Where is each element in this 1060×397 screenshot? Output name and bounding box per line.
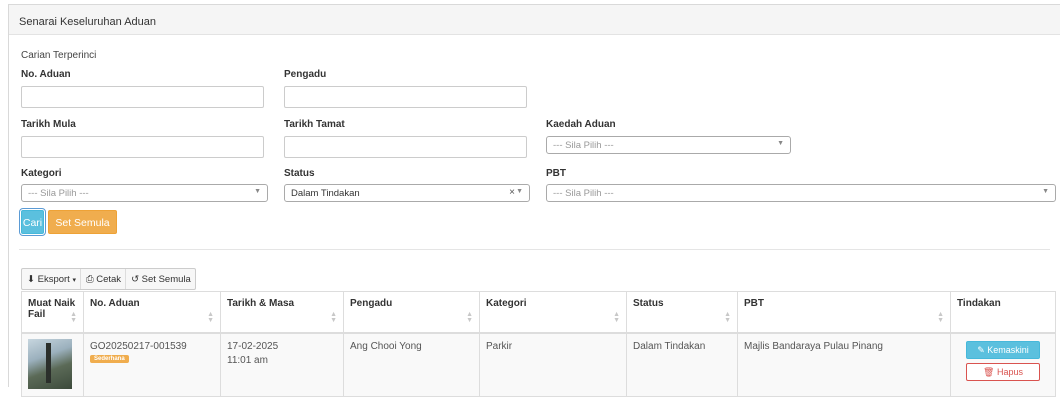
pengadu-input[interactable] xyxy=(284,86,527,108)
no-aduan-input[interactable] xyxy=(21,86,264,108)
masa-value: 11:01 am xyxy=(227,354,268,366)
column-header: Tindakan xyxy=(950,291,1056,334)
chevron-down-icon: ▼ xyxy=(516,188,523,195)
pbt-select-value: --- Sila Pilih --- xyxy=(553,188,614,199)
column-header-label: Tindakan xyxy=(957,298,1001,309)
pbt-cell: Majlis Bandaraya Pulau Pinang xyxy=(737,332,951,397)
tarikh-value: 17-02-2025 xyxy=(227,340,279,352)
kategori-label: Kategori xyxy=(21,168,62,179)
tarikh-mula-input[interactable] xyxy=(21,136,264,158)
column-header[interactable]: Muat Naik Fail ▲ ▼ xyxy=(21,291,84,334)
sort-icon: ▲ ▼ xyxy=(724,311,731,324)
column-header[interactable]: Pengadu ▲ ▼ xyxy=(343,291,480,334)
edit-label: Kemaskini xyxy=(987,344,1029,355)
panel-title: Senarai Keseluruhan Aduan xyxy=(9,5,1060,35)
kaedah-label: Kaedah Aduan xyxy=(546,119,616,130)
kategori-cell: Parkir xyxy=(479,332,627,397)
upload-cell xyxy=(21,332,84,397)
column-header-label: Pengadu xyxy=(350,298,393,309)
edit-button[interactable]: ✎ Kemaskini xyxy=(966,340,1040,359)
no-aduan-label: No. Aduan xyxy=(21,69,71,80)
kategori-select-value: --- Sila Pilih --- xyxy=(28,188,89,199)
kategori-select[interactable]: --- Sila Pilih --- ▼ xyxy=(21,184,268,202)
delete-label: Hapus xyxy=(996,366,1023,377)
column-header-label: Muat Naik Fail xyxy=(28,298,76,320)
caret-down-icon: ▾ xyxy=(72,277,76,284)
column-header-label: No. Aduan xyxy=(90,298,140,309)
kaedah-select[interactable]: --- Sila Pilih --- ▼ xyxy=(546,136,791,154)
pbt-select[interactable]: --- Sila Pilih --- ▼ xyxy=(546,184,1056,202)
print-icon: ⎙ xyxy=(85,274,94,285)
status-select[interactable]: Dalam Tindakan × ▼ xyxy=(284,184,530,202)
trash-icon: 🗑 xyxy=(983,366,995,377)
chevron-down-icon: ▼ xyxy=(777,140,784,147)
table-header-row: Muat Naik Fail ▲ ▼ No. Aduan ▲ ▼ Tarikh & Ma… xyxy=(21,291,1056,334)
search-heading: Carian Terperinci xyxy=(21,50,97,61)
clear-icon[interactable]: × xyxy=(509,187,515,198)
column-header[interactable]: No. Aduan ▲ ▼ xyxy=(83,291,221,334)
chevron-down-icon: ▼ xyxy=(1042,188,1049,195)
tarikh-mula-label: Tarikh Mula xyxy=(21,119,76,130)
pengadu-cell: Ang Chooi Yong xyxy=(343,332,480,397)
reset-button[interactable]: Set Semula xyxy=(48,210,117,234)
attachment-thumbnail[interactable] xyxy=(28,338,72,389)
status-label: Status xyxy=(284,168,315,179)
complaint-list-panel: Senarai Keseluruhan Aduan Carian Terperi… xyxy=(8,4,1060,397)
sort-icon: ▲ ▼ xyxy=(937,311,944,324)
no-aduan-value: GO20250217-001539 xyxy=(90,340,187,352)
sort-icon: ▲ ▼ xyxy=(330,311,337,324)
download-icon: ⬇ xyxy=(27,274,35,285)
sort-icon: ▲ ▼ xyxy=(466,311,473,324)
pengadu-label: Pengadu xyxy=(284,69,327,80)
print-label: Cetak xyxy=(96,274,122,285)
table-toolbar: ⬇ Eksport ▾ ⎙ Cetak ↺ Set Semula xyxy=(21,268,196,290)
undo-icon: ↺ xyxy=(131,274,140,285)
table-reset-label: Set Semula xyxy=(141,274,191,285)
divider xyxy=(19,249,1050,250)
print-button[interactable]: ⎙ Cetak xyxy=(79,269,125,289)
column-header[interactable]: Tarikh & Masa ▲ ▼ xyxy=(220,291,344,334)
column-header[interactable]: PBT ▲ ▼ xyxy=(737,291,951,334)
tarikh-tamat-input[interactable] xyxy=(284,136,527,158)
status-cell: Dalam Tindakan xyxy=(626,332,738,397)
sort-icon: ▲ ▼ xyxy=(207,311,214,324)
search-button[interactable]: Cari xyxy=(19,208,46,236)
tarikh-tamat-label: Tarikh Tamat xyxy=(284,119,345,130)
priority-badge: Sederhana xyxy=(90,354,129,363)
complaint-table: Muat Naik Fail ▲ ▼ No. Aduan ▲ ▼ Tarikh & Ma… xyxy=(21,291,1056,397)
column-header[interactable]: Status ▲ ▼ xyxy=(626,291,738,334)
sort-icon: ▲ ▼ xyxy=(70,311,77,324)
column-header[interactable]: Kategori ▲ ▼ xyxy=(479,291,627,334)
chevron-down-icon: ▼ xyxy=(254,188,261,195)
sort-icon: ▲ ▼ xyxy=(613,311,620,324)
export-button[interactable]: ⬇ Eksport ▾ xyxy=(22,269,80,289)
table-row: GO20250217-001539 Sederhana 17-02-2025 1… xyxy=(21,332,1056,397)
column-header-label: Kategori xyxy=(486,298,527,309)
kaedah-select-value: --- Sila Pilih --- xyxy=(553,140,614,151)
column-header-label: Status xyxy=(633,298,664,309)
delete-button[interactable]: 🗑 Hapus xyxy=(966,362,1040,381)
status-select-value: Dalam Tindakan xyxy=(291,188,360,199)
export-label: Eksport xyxy=(37,274,70,285)
no-aduan-cell: GO20250217-001539 Sederhana xyxy=(83,332,221,397)
pbt-label: PBT xyxy=(546,168,566,179)
actions-cell: ✎ Kemaskini 🗑 Hapus xyxy=(950,332,1056,397)
column-header-label: PBT xyxy=(744,298,764,309)
column-header-label: Tarikh & Masa xyxy=(227,298,295,309)
pencil-icon: ✎ xyxy=(977,344,985,355)
table-reset-button[interactable]: ↺ Set Semula xyxy=(125,269,195,289)
tarikh-cell: 17-02-2025 11:01 am xyxy=(220,332,344,397)
